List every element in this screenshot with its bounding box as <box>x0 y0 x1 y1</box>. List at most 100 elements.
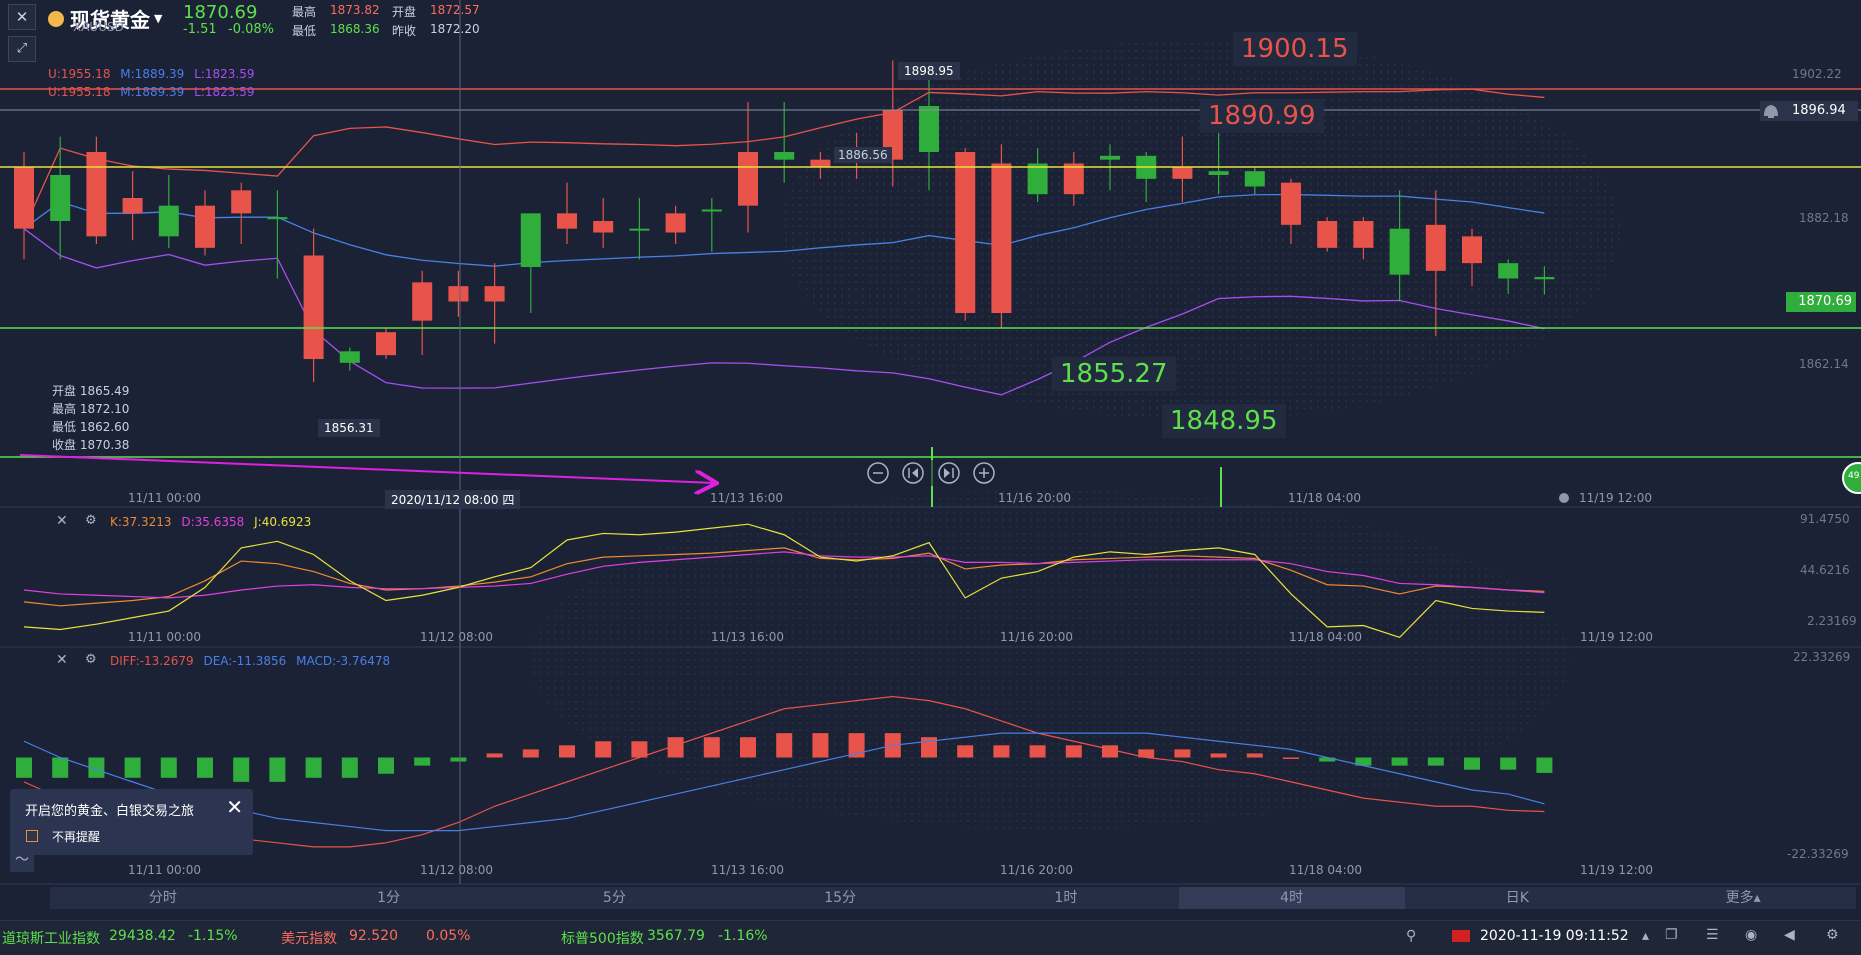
candle-body <box>810 159 831 168</box>
sp-name[interactable]: 标普500指数 <box>561 928 644 948</box>
annotation-1900[interactable]: 1900.15 <box>1233 32 1357 66</box>
boll-upper: U:1955.18 <box>48 67 111 81</box>
tab-timeframe[interactable]: 15分 <box>727 887 953 909</box>
candle-body <box>1425 224 1446 271</box>
camera-icon[interactable]: ◉ <box>1745 927 1757 943</box>
tab-timeframe[interactable]: 4时 <box>1178 887 1405 909</box>
macd-bar <box>124 757 141 778</box>
app-window: ✕ ⤢ 现货黄金 ▼ XAUUSD 1870.69 -1.51 -0.08% 最… <box>0 0 1861 955</box>
boll-mid: M:1889.39 <box>120 67 185 81</box>
annotation-1848[interactable]: 1848.95 <box>1162 404 1286 438</box>
market-ticker-bar: 道琼斯工业指数 29438.42 -1.15% 美元指数 92.520 0.05… <box>0 920 1861 955</box>
window-icon[interactable]: ❐ <box>1665 927 1678 943</box>
dont-remind-checkbox[interactable] <box>26 830 38 842</box>
kdj-x-tick-0: 11/11 00:00 <box>128 630 201 644</box>
candle-body <box>50 175 71 221</box>
boll-mid-2: M:1889.39 <box>120 85 185 99</box>
info-open: 开盘 1865.49 <box>52 384 130 398</box>
candle-body <box>774 152 795 160</box>
macd-bar <box>197 757 213 778</box>
current-price: 1870.69 <box>183 2 258 23</box>
timeframe-tabs: 分时 1分 5分 15分 1时 4时 日K 更多▴ <box>50 887 1856 909</box>
macd-bar <box>1102 745 1118 758</box>
annotation-1890[interactable]: 1890.99 <box>1200 99 1324 133</box>
macd-bar <box>1464 757 1480 770</box>
chart-zoom-controls[interactable] <box>862 460 1006 486</box>
china-flag-icon <box>1452 930 1470 942</box>
macd-bar <box>1391 757 1408 766</box>
candle-body <box>1389 228 1410 275</box>
candle-body <box>339 351 360 363</box>
caret-up-icon[interactable]: ▴ <box>1642 928 1649 944</box>
y-tick-2: 1862.14 <box>1799 357 1849 371</box>
kdj-legend: K:37.3213 D:35.6358 J:40.6923 <box>110 515 311 529</box>
popup-title: 开启您的黄金、白银交易之旅 <box>25 804 195 819</box>
candle-body <box>1027 163 1048 195</box>
menu-icon[interactable]: ☰ <box>1706 927 1719 943</box>
macd-bar <box>1174 749 1191 758</box>
candle-body <box>1317 221 1338 248</box>
macd-legend: DIFF:-13.2679 DEA:-11.3856 MACD:-3.76478 <box>110 654 390 668</box>
tab-timeframe[interactable]: 5分 <box>502 887 728 909</box>
open-value: 1872.57 <box>430 3 480 17</box>
tab-timeframe[interactable]: 1分 <box>276 887 502 909</box>
close-chart-icon[interactable]: ✕ <box>8 4 36 30</box>
kdj-k: K:37.3213 <box>110 515 172 529</box>
chart-canvas[interactable] <box>0 0 1861 954</box>
candle-body <box>14 167 34 229</box>
expand-icon[interactable]: ⤢ <box>8 36 36 62</box>
x-tick-4: 11/19 12:00 <box>1579 491 1652 505</box>
macd-settings-icon[interactable]: ⚙ <box>85 652 97 667</box>
price-change-pct: -0.08% <box>228 22 274 37</box>
x-tick-3: 11/18 04:00 <box>1288 491 1361 505</box>
macd-y-tick-0: 22.33269 <box>1793 650 1851 664</box>
popup-close-icon[interactable]: ✕ <box>226 795 243 819</box>
dropdown-caret-icon[interactable]: ▼ <box>154 12 162 25</box>
candle-body <box>86 152 107 237</box>
kdj-y-tick-2: 2.23169 <box>1807 614 1857 628</box>
candle-body <box>991 163 1012 313</box>
usd-change: 0.05% <box>426 928 471 944</box>
macd-bar <box>1246 753 1263 758</box>
price-change: -1.51 <box>183 22 217 37</box>
macd-bar <box>1283 757 1299 759</box>
macd-close-icon[interactable]: ✕ <box>56 652 68 668</box>
kdj-close-icon[interactable]: ✕ <box>56 513 68 529</box>
annotation-1855[interactable]: 1855.27 <box>1052 357 1176 391</box>
usd-value: 92.520 <box>349 928 398 944</box>
y-tick-1: 1882.18 <box>1799 211 1849 225</box>
tab-timeframe[interactable]: 更多▴ <box>1630 887 1856 909</box>
candle-body <box>629 228 650 231</box>
info-close: 收盘 1870.38 <box>52 438 130 452</box>
candle-body <box>1498 263 1519 279</box>
high-label: 最高 <box>292 5 317 19</box>
usd-name[interactable]: 美元指数 <box>281 928 337 948</box>
candle-body <box>1208 171 1229 175</box>
world-map-watermark <box>780 40 1620 420</box>
macd-bar <box>52 757 69 778</box>
alert-price-tag[interactable]: 1896.94 <box>1792 103 1846 118</box>
speaker-icon[interactable]: ◀ <box>1784 927 1795 943</box>
settings-icon[interactable]: ⚙ <box>1826 927 1839 943</box>
tab-timeframe[interactable]: 1时 <box>953 887 1179 909</box>
kdj-x-tick-3: 11/16 20:00 <box>1000 630 1073 644</box>
candle-body <box>955 152 976 313</box>
low-label: 最低 <box>292 24 317 38</box>
macd-bar <box>812 733 829 758</box>
boll-lower-2: L:1823.59 <box>194 85 255 99</box>
candle-body <box>303 255 324 359</box>
tab-timeframe[interactable]: 分时 <box>50 887 276 909</box>
current-price-tag: 1870.69 <box>1786 292 1856 312</box>
kdj-settings-icon[interactable]: ⚙ <box>85 513 97 528</box>
candle-body <box>738 152 758 206</box>
boll-lower: L:1823.59 <box>194 67 255 81</box>
candle-body <box>701 209 722 212</box>
scroll-indicator-icon[interactable] <box>1559 493 1569 503</box>
tab-timeframe[interactable]: 日K <box>1405 887 1631 909</box>
link-icon[interactable]: ⚲ <box>1406 928 1416 944</box>
macd-bar <box>1500 757 1517 770</box>
candle-body <box>557 213 577 229</box>
dow-name[interactable]: 道琼斯工业指数 <box>2 928 100 948</box>
candle-body <box>520 213 541 267</box>
kdj-x-tick-2: 11/13 16:00 <box>711 630 784 644</box>
